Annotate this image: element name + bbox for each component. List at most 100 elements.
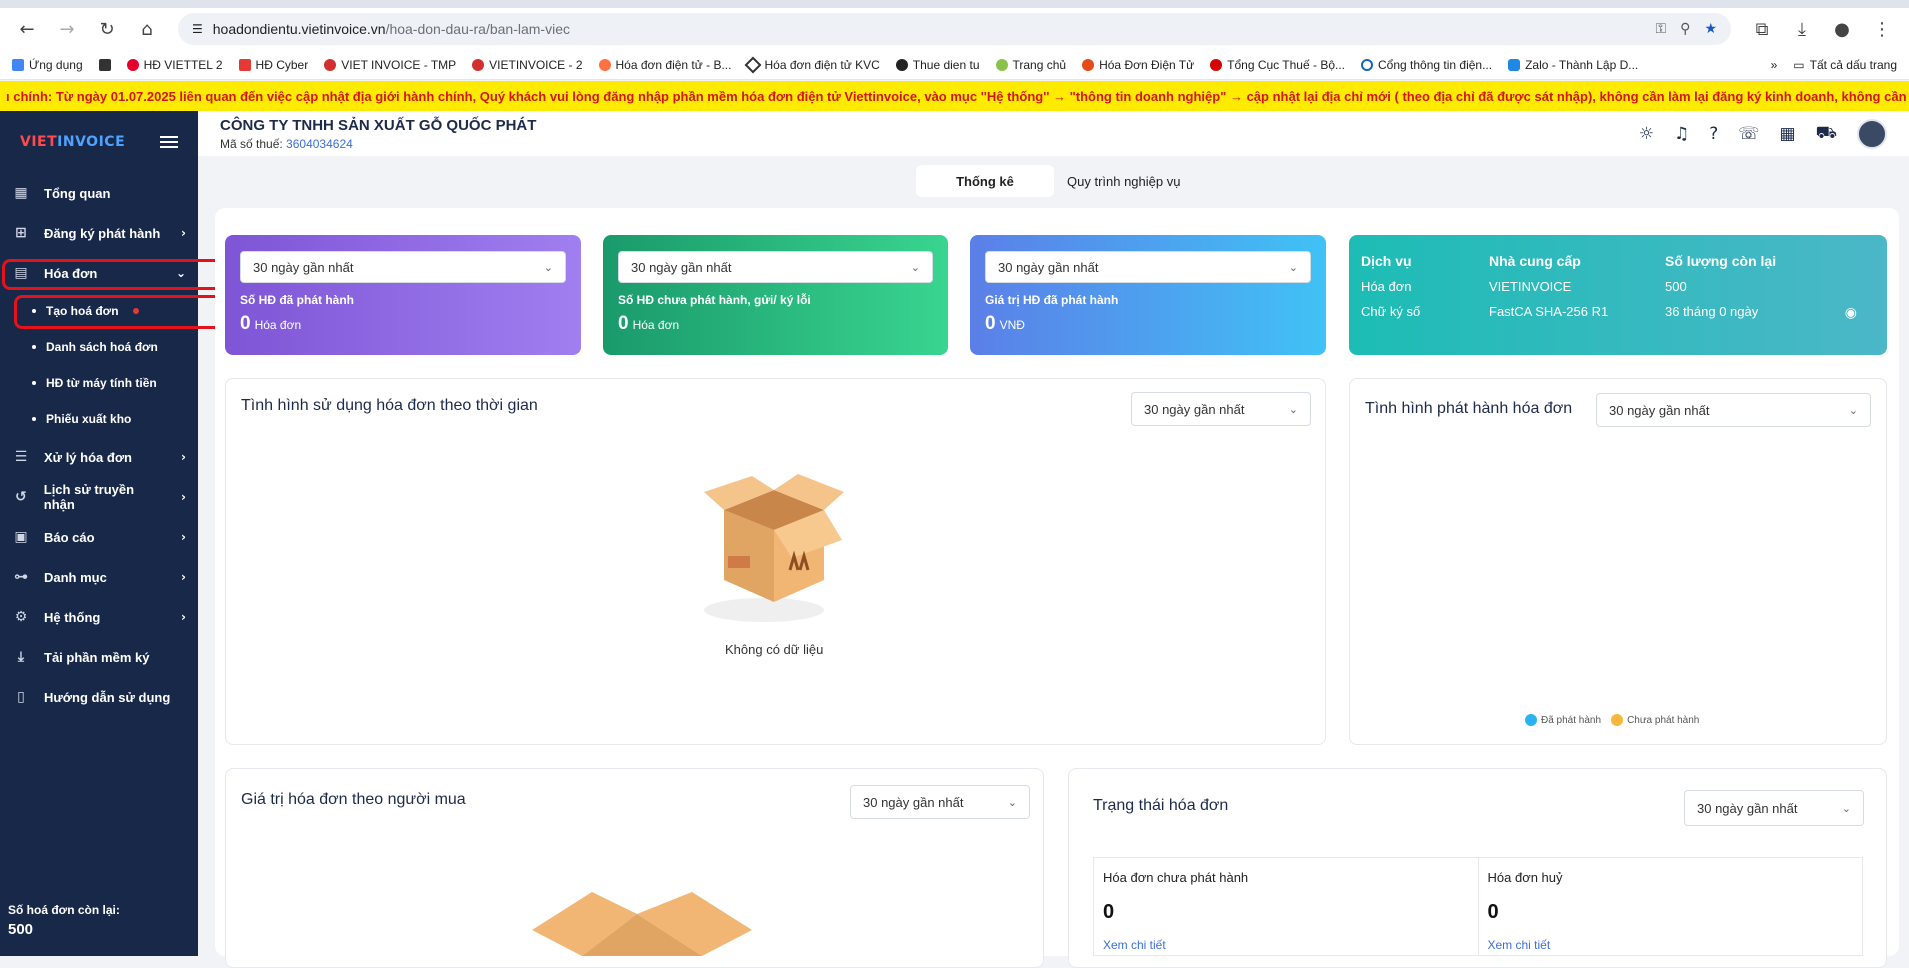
sidebar-item-guide[interactable]: ▯ Hướng dẫn sử dụng xyxy=(0,677,198,717)
status-cell-cancelled: Hóa đơn huỷ 0 Xem chi tiết xyxy=(1479,858,1863,955)
browser-chrome: ← → ↻ ⌂ ☰ hoadondientu.vietinvoice.vn/ho… xyxy=(0,0,1909,50)
status-title: Trạng thái hóa đơn xyxy=(1093,797,1229,814)
cart-icon[interactable]: ⛟ xyxy=(1816,123,1837,145)
view-tabs: Thống kê Quy trình nghiệp vụ xyxy=(916,165,1194,197)
logo[interactable]: VIETINVOICE xyxy=(20,134,125,150)
chevron-right-icon: › xyxy=(181,450,186,464)
sidebar-subitem-stock-slip[interactable]: Phiếu xuất kho xyxy=(0,401,198,437)
sidebar-item-register[interactable]: ⊞ Đăng ký phát hành › xyxy=(0,213,198,253)
sidebar: VIETINVOICE ▦ Tổng quan ⊞ Đăng ký phát hàn… xyxy=(0,111,258,956)
bookmark-item[interactable]: VIETINVOICE - 2 xyxy=(472,58,583,72)
chevron-down-icon: ⌄ xyxy=(1288,260,1298,274)
help-icon[interactable]: ? xyxy=(1709,124,1718,144)
announcement-banner: ı chính: Từ ngày 01.07.2025 liên quan đế… xyxy=(0,81,1909,111)
chat-icon[interactable]: ☏ xyxy=(1738,124,1759,144)
bookmark-item[interactable]: Hóa Đơn Điện Tử xyxy=(1082,58,1194,72)
profile-icon[interactable]: ● xyxy=(1825,12,1859,46)
legend-item: Đã phát hành xyxy=(1525,714,1601,726)
announcement-text: ı chính: Từ ngày 01.07.2025 liên quan đế… xyxy=(6,88,1909,104)
period-select[interactable]: 30 ngày gần nhất ⌄ xyxy=(1684,790,1864,826)
browser-toolbar: ← → ↻ ⌂ ☰ hoadondientu.vietinvoice.vn/ho… xyxy=(0,8,1909,50)
url-path: /hoa-don-dau-ra/ban-lam-viec xyxy=(385,21,570,37)
status-grid: Hóa đơn chưa phát hành 0 Xem chi tiết Hó… xyxy=(1093,857,1863,956)
site-info-icon[interactable]: ☰ xyxy=(192,22,203,36)
report-icon: ▣ xyxy=(14,529,28,545)
file-icon: ▯ xyxy=(17,689,25,705)
buyer-title: Giá trị hóa đơn theo người mua xyxy=(241,791,466,808)
bookmark-item[interactable]: VIET INVOICE - TMP xyxy=(324,58,456,72)
bookmark-item[interactable]: Tổng Cục Thuế - Bộ... xyxy=(1210,58,1345,72)
sidebar-item-catalog[interactable]: ⊶ Danh mục › xyxy=(0,557,198,597)
empty-box-icon xyxy=(532,892,752,956)
list-icon: ☰ xyxy=(14,449,28,465)
sidebar-item-history[interactable]: ↺ Lịch sử truyền nhận › xyxy=(0,477,198,517)
legend-item: Chưa phát hành xyxy=(1611,714,1699,726)
bookmarks-more[interactable]: » xyxy=(1771,58,1778,72)
favicon-icon xyxy=(1082,58,1095,71)
chart-legend: Đã phát hành Chưa phát hành xyxy=(1525,714,1699,726)
sidebar-item-process[interactable]: ☰ Xử lý hóa đơn › xyxy=(0,437,198,477)
extensions-icon[interactable]: ⧉ xyxy=(1745,12,1779,46)
download-icon[interactable]: ⤓ xyxy=(1785,12,1819,46)
key-icon[interactable]: ⚿ xyxy=(1656,21,1667,37)
grid-icon: ▦ xyxy=(14,185,28,201)
empty-box-icon xyxy=(704,474,844,622)
remaining-invoices: Số hoá đơn còn lại: 500 xyxy=(8,903,120,938)
bookmark-apps[interactable]: Ứng dụng xyxy=(12,58,83,72)
sidebar-item-report[interactable]: ▣ Báo cáo › xyxy=(0,517,198,557)
menu-icon[interactable]: ⋮ xyxy=(1865,12,1899,46)
home-icon[interactable]: ⌂ xyxy=(130,12,164,46)
chevron-down-icon: ⌄ xyxy=(1007,795,1017,809)
avatar[interactable] xyxy=(1857,118,1887,149)
bookmark-item[interactable]: Thue dien tu xyxy=(895,58,980,72)
hamburger-icon[interactable] xyxy=(160,136,178,148)
zoom-icon[interactable]: ⚲ xyxy=(1680,21,1690,37)
period-select[interactable]: 30 ngày gần nhất ⌄ xyxy=(1131,392,1311,426)
sidebar-subitem-invoice-list[interactable]: Danh sách hoá đơn xyxy=(0,329,198,365)
bookmark-item[interactable]: Trang chủ xyxy=(995,58,1066,72)
apps-icon xyxy=(12,58,24,71)
tab-statistics[interactable]: Thống kê xyxy=(916,165,1054,197)
tab-workflow[interactable]: Quy trình nghiệp vụ xyxy=(1054,165,1193,197)
bell-icon[interactable]: ♫ xyxy=(1674,124,1689,144)
period-select[interactable]: 30 ngày gần nhất ⌄ xyxy=(618,251,933,283)
bookmark-item[interactable] xyxy=(98,58,111,71)
apps-icon[interactable]: ▦ xyxy=(1780,124,1796,144)
period-select[interactable]: 30 ngày gần nhất ⌄ xyxy=(985,251,1311,283)
chevron-down-icon: ⌄ xyxy=(910,260,920,274)
lightbulb-icon[interactable]: ☼ xyxy=(1639,124,1654,144)
zalo-icon xyxy=(1508,58,1521,71)
view-detail-link[interactable]: Xem chi tiết xyxy=(1103,938,1469,952)
all-bookmarks[interactable]: ▭ Tất cả dấu trang xyxy=(1793,58,1897,72)
plus-square-icon: ⊞ xyxy=(15,225,27,241)
address-bar[interactable]: ☰ hoadondientu.vietinvoice.vn/hoa-don-da… xyxy=(178,13,1731,45)
bookmark-item[interactable]: Hóa đơn điện tử KVC xyxy=(744,56,880,73)
sidebar-subitem-cash-register[interactable]: HĐ từ máy tính tiền xyxy=(0,365,198,401)
period-select[interactable]: 30 ngày gần nhất ⌄ xyxy=(240,251,566,283)
bookmark-item[interactable]: HĐ VIETTEL 2 xyxy=(126,58,223,72)
reload-icon[interactable]: ↻ xyxy=(90,12,124,46)
bookmark-item[interactable]: Cổng thông tin điện... xyxy=(1361,58,1492,72)
bookmark-item[interactable]: HĐ Cyber xyxy=(238,58,308,72)
sidebar-item-system[interactable]: ⚙ Hệ thống › xyxy=(0,597,198,637)
sidebar-item-overview[interactable]: ▦ Tổng quan xyxy=(0,173,198,213)
globe-icon xyxy=(895,58,908,71)
favicon-icon xyxy=(1361,58,1373,71)
eye-icon[interactable]: ◉ xyxy=(1845,305,1857,321)
gear-icon: ⚙ xyxy=(14,609,28,625)
service-card: Dịch vụ Nhà cung cấp Số lượng còn lại Hóa … xyxy=(1349,235,1887,355)
bookmark-item[interactable]: Zalo - Thành Lập D... xyxy=(1508,58,1638,72)
period-select[interactable]: 30 ngày gần nhất ⌄ xyxy=(1596,393,1871,427)
view-detail-link[interactable]: Xem chi tiết xyxy=(1488,938,1854,952)
favicon-icon xyxy=(324,58,337,71)
forward-icon[interactable]: → xyxy=(50,12,84,46)
chevron-right-icon: › xyxy=(181,490,186,504)
bookmark-item[interactable]: Hóa đơn điện tử - B... xyxy=(598,58,731,72)
sidebar-item-download-signer[interactable]: ⤓ Tải phần mềm ký xyxy=(0,637,198,677)
back-icon[interactable]: ← xyxy=(10,12,44,46)
star-icon[interactable]: ★ xyxy=(1704,21,1717,37)
favicon-icon xyxy=(744,56,762,73)
chevron-right-icon: › xyxy=(181,530,186,544)
url-host: hoadondientu.vietinvoice.vn xyxy=(212,21,386,37)
period-select[interactable]: 30 ngày gần nhất ⌄ xyxy=(850,785,1030,819)
